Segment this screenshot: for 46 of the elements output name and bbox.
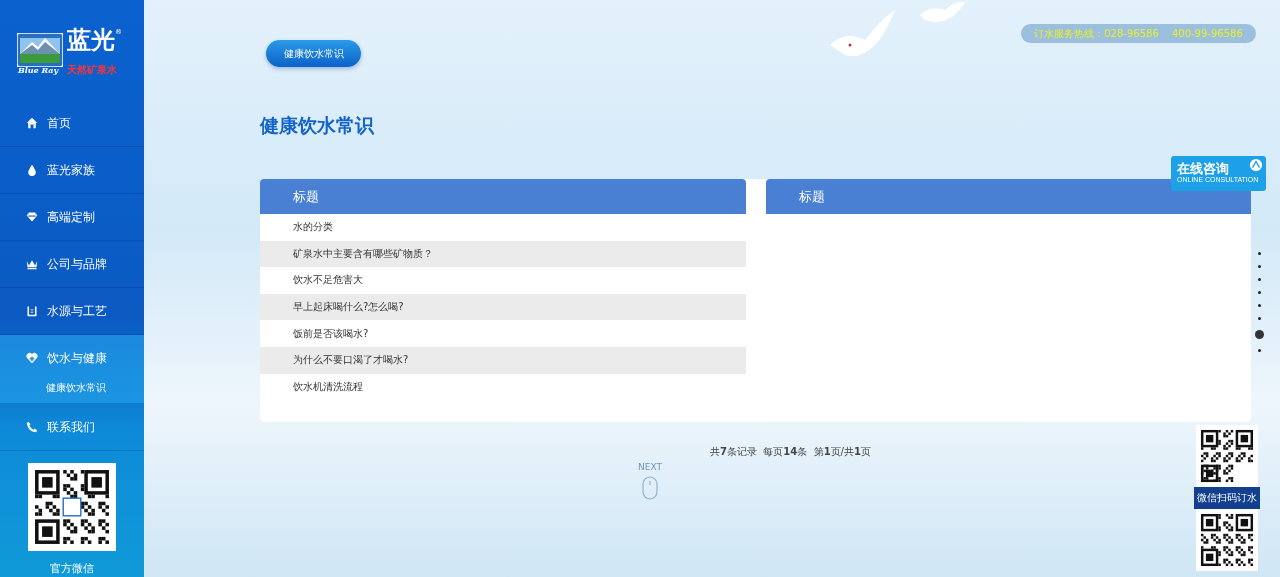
pagination-info: 共7条记录 每页14条 第1页/共1页 xyxy=(710,445,871,459)
article-link[interactable]: 水的分类 xyxy=(260,214,746,241)
article-link[interactable]: 饭前是否该喝水? xyxy=(260,320,746,347)
hotline-banner: 订水服务热线：028-96586 400-99-96586 xyxy=(1021,24,1256,43)
page-dot[interactable] xyxy=(1257,252,1261,255)
sidebar-item[interactable]: 公司与品牌 xyxy=(0,241,144,287)
diamond-icon xyxy=(26,211,38,223)
scroll-hint-label: NEXT xyxy=(638,462,662,472)
list-header: 标题 xyxy=(260,179,746,214)
page-dot[interactable] xyxy=(1257,317,1261,320)
qr-caption: 官方微信 xyxy=(50,561,94,576)
home-icon xyxy=(26,117,38,129)
sidebar-item[interactable]: 高端定制 xyxy=(0,194,144,240)
qr-code xyxy=(1196,425,1258,487)
sidebar-item[interactable]: 水源与工艺 xyxy=(0,288,144,334)
mountain-logo-icon xyxy=(17,33,63,67)
building-icon xyxy=(26,305,38,317)
crown-icon xyxy=(26,258,38,270)
brand-english-name: Blue Ray xyxy=(18,65,59,75)
mouse-icon xyxy=(641,476,658,500)
category-button[interactable]: 健康饮水常识 xyxy=(266,40,361,67)
chat-bubble-icon xyxy=(1249,158,1263,172)
article-link[interactable]: 早上起床喝什么?怎么喝? xyxy=(260,293,746,321)
heart-plus-icon xyxy=(26,352,38,364)
page-dot[interactable] xyxy=(1257,278,1261,281)
article-link[interactable]: 饮水机清洗流程 xyxy=(260,373,746,401)
page-dot[interactable] xyxy=(1257,349,1261,352)
brand-name: 蓝光 xyxy=(67,28,115,52)
phone-icon xyxy=(26,421,38,433)
sidebar-item[interactable]: 首页 xyxy=(0,100,144,146)
brand-tagline: 天然矿泉水 xyxy=(67,63,117,77)
page-dot[interactable] xyxy=(1257,291,1261,294)
drop-icon xyxy=(26,164,38,176)
page-dot[interactable] xyxy=(1254,330,1264,339)
order-qr-caption: 微信扫码订水 xyxy=(1194,487,1260,509)
sidebar-item[interactable]: 饮水与健康 xyxy=(0,335,144,381)
page-title: 健康饮水常识 xyxy=(260,113,375,138)
sidebar-item[interactable]: 蓝光家族 xyxy=(0,147,144,193)
qr-code xyxy=(1196,509,1258,571)
page-dot[interactable] xyxy=(1257,304,1261,307)
article-link[interactable]: 饮水不足危害大 xyxy=(260,267,746,294)
sidebar-item[interactable]: 联系我们 xyxy=(0,404,144,450)
sidebar-subitem[interactable]: 健康饮水常识 xyxy=(0,381,144,403)
article-link[interactable]: 为什么不要口渴了才喝水? xyxy=(260,346,746,374)
page-dot[interactable] xyxy=(1257,265,1261,268)
article-link[interactable]: 矿泉水中主要含有哪些矿物质？ xyxy=(260,240,746,268)
